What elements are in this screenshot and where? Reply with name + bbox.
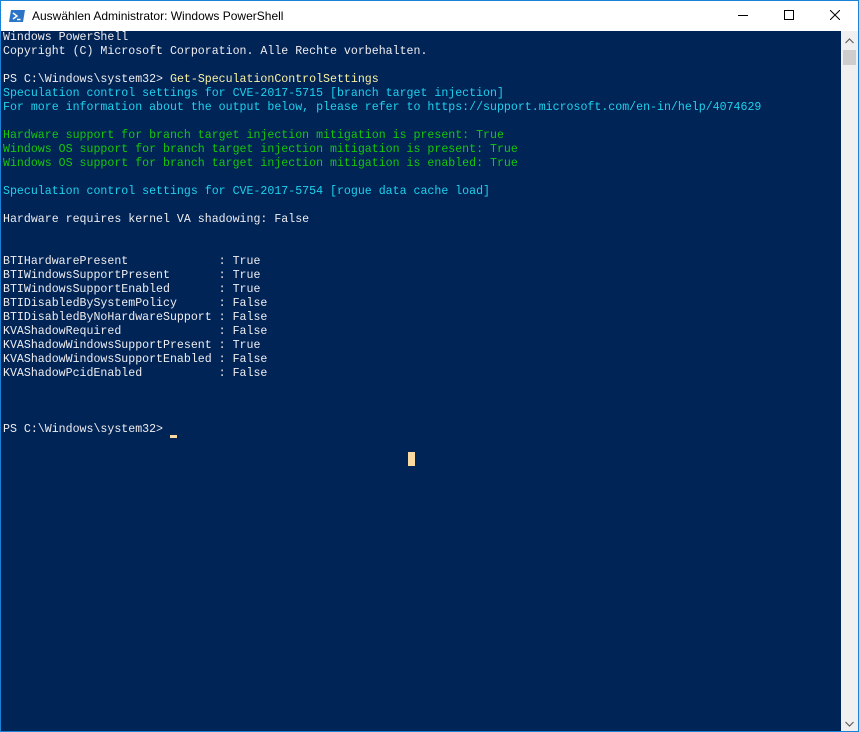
scrollbar-thumb[interactable]	[843, 50, 856, 65]
minimize-icon	[738, 7, 748, 25]
console-line: Copyright (C) Microsoft Corporation. All…	[3, 45, 428, 58]
powershell-icon[interactable]	[9, 8, 25, 24]
console-line: BTIWindowsSupportPresent : True	[3, 269, 261, 282]
scroll-down-arrow-icon	[845, 714, 854, 732]
title-bar[interactable]: Auswählen Administrator: Windows PowerSh…	[1, 1, 858, 31]
selection-cursor	[408, 452, 415, 466]
minimize-button[interactable]	[720, 1, 766, 31]
console-line: Windows OS support for branch target inj…	[3, 157, 518, 170]
console-line: Hardware support for branch target injec…	[3, 129, 504, 142]
window-title: Auswählen Administrator: Windows PowerSh…	[32, 9, 284, 23]
console-line: BTIDisabledByNoHardwareSupport : False	[3, 311, 268, 324]
console-line: KVAShadowPcidEnabled : False	[3, 367, 268, 380]
console-line: Speculation control settings for CVE-201…	[3, 87, 504, 100]
close-icon	[829, 7, 841, 25]
console-line: Windows PowerShell	[3, 31, 129, 44]
console-line: Hardware requires kernel VA shadowing: F…	[3, 213, 310, 226]
console-prompt-line: PS C:\Windows\system32> Get-SpeculationC…	[3, 73, 379, 87]
maximize-button[interactable]	[766, 1, 812, 31]
maximize-icon	[784, 7, 794, 25]
prompt-text: PS C:\Windows\system32>	[3, 423, 170, 436]
text-cursor	[170, 435, 177, 438]
console-line: BTIDisabledBySystemPolicy : False	[3, 297, 268, 310]
console-line: BTIHardwarePresent : True	[3, 255, 261, 268]
close-button[interactable]	[812, 1, 858, 31]
console-prompt-line: PS C:\Windows\system32>	[3, 423, 170, 437]
console-line: KVAShadowWindowsSupportPresent : True	[3, 339, 261, 352]
scroll-down-button[interactable]	[841, 714, 858, 731]
scroll-up-button[interactable]	[841, 31, 858, 48]
command-text: Get-SpeculationControlSettings	[169, 73, 379, 86]
console-line: For more information about the output be…	[3, 101, 762, 114]
scroll-up-arrow-icon	[845, 31, 854, 49]
prompt-text: PS C:\Windows\system32>	[3, 73, 170, 86]
console-line: BTIWindowsSupportEnabled : True	[3, 283, 261, 296]
console-line: KVAShadowRequired : False	[3, 325, 268, 338]
console-line: Windows OS support for branch target inj…	[3, 143, 518, 156]
console-line: Speculation control settings for CVE-201…	[3, 185, 491, 198]
console-line: KVAShadowWindowsSupportEnabled : False	[3, 353, 268, 366]
vertical-scrollbar[interactable]	[841, 31, 858, 731]
powershell-window: Auswählen Administrator: Windows PowerSh…	[0, 0, 859, 732]
console-output[interactable]: Windows PowerShell Copyright (C) Microso…	[1, 31, 841, 731]
